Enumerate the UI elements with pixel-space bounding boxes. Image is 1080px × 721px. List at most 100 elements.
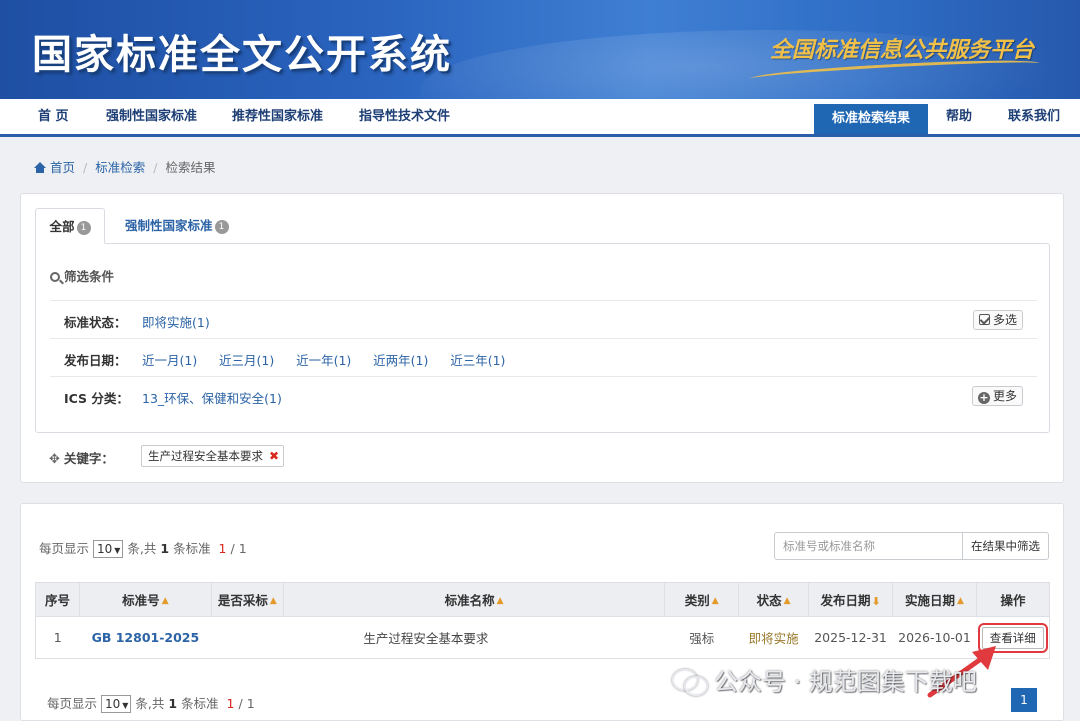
nav-help[interactable]: 帮助 <box>946 99 972 134</box>
sort-icon: ▲ <box>496 596 504 606</box>
page-total: 1 <box>246 696 255 711</box>
nav-guidance-documents[interactable]: 指导性技术文件 <box>359 99 450 134</box>
filter-label-status: 标准状态： <box>64 315 127 330</box>
summary-suffix: 条标准 <box>181 696 219 711</box>
filter-option-3-months[interactable]: 近三月(1) <box>219 353 274 368</box>
filter-in-results-button[interactable]: 在结果中筛选 <box>962 532 1049 560</box>
col-status[interactable]: 状态 ▲ <box>738 582 810 617</box>
keyword-text: 生产过程安全基本要求 <box>148 449 263 463</box>
nav-search-results[interactable]: 标准检索结果 <box>814 104 929 134</box>
check-icon <box>978 314 990 325</box>
col-index: 序号 <box>35 582 80 617</box>
per-page-select-top[interactable]: 10 ▼ <box>93 540 124 558</box>
sort-icon: ▲ <box>269 596 277 606</box>
filter-option-ics-13[interactable]: 13_环保、保健和安全(1) <box>142 391 282 406</box>
cell-index: 1 <box>35 616 80 659</box>
filter-option-3-years[interactable]: 近三年(1) <box>450 353 505 368</box>
remove-keyword-icon[interactable]: ✖ <box>269 449 279 463</box>
col-code[interactable]: 标准号 ▲ <box>78 582 212 617</box>
move-icon: ✥ <box>49 452 60 467</box>
total-count: 1 <box>160 541 170 556</box>
tab-all[interactable]: 全部 1 <box>35 208 105 244</box>
pager-summary-bottom: 每页显示 10 ▼ 条,共 1 条标准 1 / 1 <box>47 693 255 713</box>
summary-mid: 条,共 <box>135 696 165 711</box>
page-current: 1 <box>226 696 235 711</box>
nav-home[interactable]: 首 页 <box>38 99 69 134</box>
pager-summary-top: 每页显示 10 ▼ 条,共 1 条标准 1 / 1 <box>39 538 247 558</box>
sort-icon: ▲ <box>783 596 791 606</box>
col-impl-date[interactable]: 实施日期 ▲ <box>892 582 977 617</box>
table-row: 1 GB 12801-2025 生产过程安全基本要求 强标 即将实施 2025-… <box>35 616 1051 659</box>
tab-mandatory-label: 强制性国家标准 <box>125 218 213 233</box>
col-name[interactable]: 标准名称 ▲ <box>282 582 666 617</box>
col-category[interactable]: 类别 ▲ <box>664 582 740 617</box>
filter-option-1-month[interactable]: 近一月(1) <box>142 353 197 368</box>
sort-icon: ▲ <box>711 596 719 606</box>
filter-option-1-year[interactable]: 近一年(1) <box>296 353 351 368</box>
filter-panel: 全部 1 强制性国家标准 1 筛选条件 标准状态： 即将实施(1) 多选 发布日期：… <box>20 193 1064 483</box>
page-separator: / <box>230 541 235 556</box>
tab-all-label: 全部 <box>49 219 75 234</box>
more-label: 更多 <box>992 389 1017 403</box>
page-total: 1 <box>238 541 247 556</box>
sort-desc-icon: ⬇ <box>871 595 881 608</box>
tab-mandatory[interactable]: 强制性国家标准 1 <box>125 208 229 244</box>
filter-title-text: 筛选条件 <box>64 269 115 284</box>
breadcrumb-current: 检索结果 <box>165 160 216 175</box>
summary-suffix: 条标准 <box>173 541 211 556</box>
page-separator: / <box>238 696 243 711</box>
zoom-in-icon <box>50 272 60 282</box>
wechat-icon <box>672 667 708 696</box>
multi-select-label: 多选 <box>992 313 1017 327</box>
filter-option-upcoming[interactable]: 即将实施(1) <box>142 315 210 330</box>
filter-row-date: 发布日期： 近一月(1) 近三月(1) 近一年(1) 近两年(1) 近三年(1) <box>50 338 1037 376</box>
more-button[interactable]: + 更多 <box>971 386 1023 406</box>
page-button-1[interactable]: 1 <box>1011 688 1037 712</box>
site-slogan: 全国标准信息公共服务平台 <box>769 37 1034 63</box>
filter-box: 筛选条件 标准状态： 即将实施(1) 多选 发布日期： 近一月(1) 近三月(1… <box>35 243 1050 433</box>
cell-adopted <box>211 616 284 659</box>
site-title: 国家标准全文公开系统 <box>32 32 452 78</box>
filter-label-ics: ICS 分类： <box>64 391 129 406</box>
tab-all-count: 1 <box>76 221 91 235</box>
nav-contact[interactable]: 联系我们 <box>1008 99 1060 134</box>
cell-code: GB 12801-2025 <box>79 616 212 659</box>
keyword-tag: 生产过程安全基本要求 ✖ <box>141 445 285 467</box>
col-adopted[interactable]: 是否采标 ▲ <box>210 582 284 617</box>
breadcrumb: 首页 / 标准检索 / 检索结果 <box>34 157 215 176</box>
tab-mandatory-count: 1 <box>214 220 229 234</box>
breadcrumb-home[interactable]: 首页 <box>50 160 75 175</box>
sort-icon: ▲ <box>957 596 964 606</box>
results-table: 序号 标准号 ▲ 是否采标 ▲ 标准名称 ▲ 类别 ▲ 状态 ▲ 发布日期⬇ 实施日期 ▲ … <box>35 582 1051 659</box>
main-nav: 首 页 强制性国家标准 推荐性国家标准 指导性技术文件 标准检索结果 帮助 联系… <box>0 99 1080 137</box>
filter-row-status: 标准状态： 即将实施(1) 多选 <box>50 300 1037 338</box>
cell-status: 即将实施 <box>738 616 809 659</box>
total-count: 1 <box>168 696 178 711</box>
summary-mid: 条,共 <box>127 541 157 556</box>
nav-mandatory-standards[interactable]: 强制性国家标准 <box>106 99 197 134</box>
home-icon <box>34 162 46 173</box>
watermark: 公众号 · 规范图集下载吧 <box>672 662 977 697</box>
cell-publish-date: 2025-12-31 <box>808 616 893 659</box>
filter-label-date: 发布日期： <box>64 353 127 368</box>
nav-recommended-standards[interactable]: 推荐性国家标准 <box>232 99 323 134</box>
filter-title: 筛选条件 <box>50 266 114 285</box>
cell-name: 生产过程安全基本要求 <box>283 616 665 659</box>
result-search-input[interactable] <box>774 532 963 560</box>
multi-select-button[interactable]: 多选 <box>972 310 1023 330</box>
header-banner: 国家标准全文公开系统 全国标准信息公共服务平台 <box>0 0 1080 99</box>
per-page-label: 每页显示 <box>47 696 98 711</box>
breadcrumb-search[interactable]: 标准检索 <box>95 160 145 175</box>
watermark-text: 公众号 · 规范图集下载吧 <box>714 668 977 696</box>
per-page-label: 每页显示 <box>39 541 90 556</box>
result-search: 在结果中筛选 <box>773 532 1049 560</box>
filter-option-2-years[interactable]: 近两年(1) <box>373 353 428 368</box>
filter-row-ics: ICS 分类： 13_环保、保健和安全(1) + 更多 <box>50 376 1037 414</box>
keyword-label: 关键字： <box>63 451 114 466</box>
sort-icon: ▲ <box>161 596 169 606</box>
per-page-select-bottom[interactable]: 10 ▼ <box>101 695 132 713</box>
cell-category: 强标 <box>664 616 739 659</box>
col-publish-date[interactable]: 发布日期⬇ <box>808 582 894 617</box>
col-action: 操作 <box>975 582 1051 617</box>
standard-code-link[interactable]: GB 12801-2025 <box>92 630 200 645</box>
